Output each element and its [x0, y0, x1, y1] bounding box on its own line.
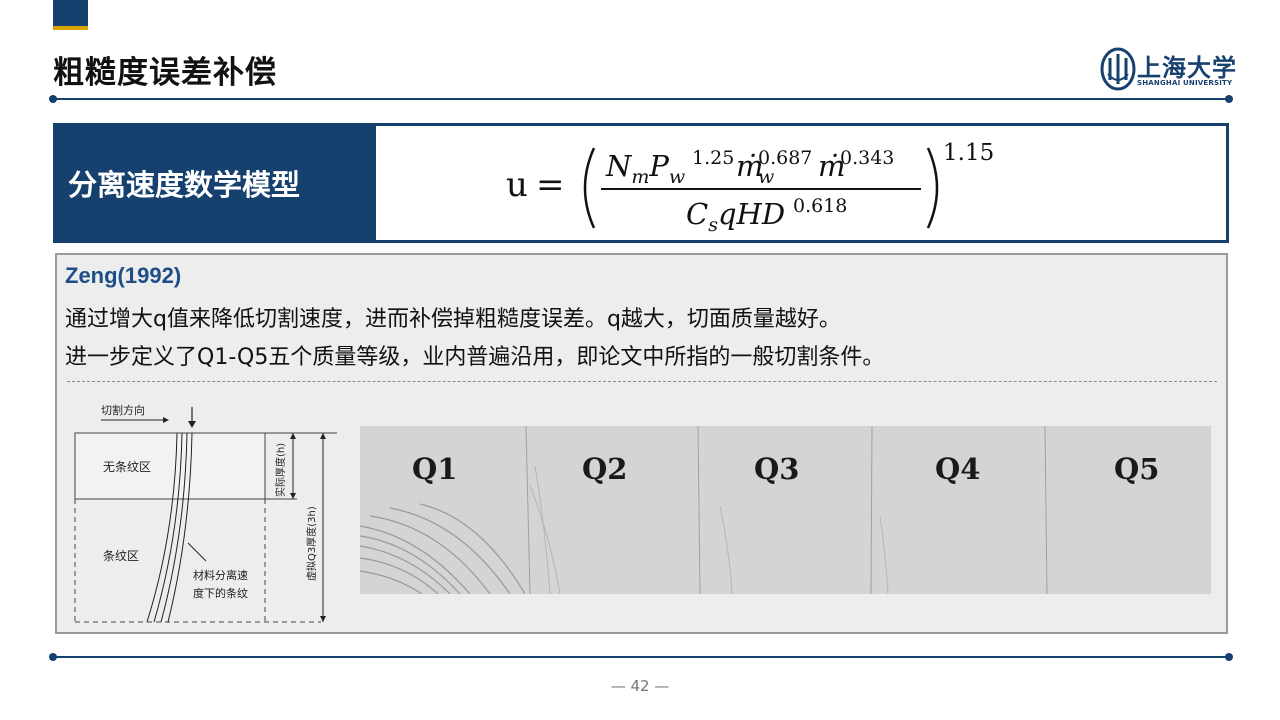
grade-label-q3: Q3: [754, 452, 800, 486]
svg-text:1.25: 1.25: [692, 147, 734, 169]
cut-direction-label: 切割方向: [101, 403, 145, 417]
university-emblem-icon: [1100, 47, 1136, 91]
university-logo: 上海大学 SHANGHAI UNIVERSITY: [1100, 46, 1240, 92]
svg-text:0.618: 0.618: [793, 195, 847, 217]
grade-label-q4: Q4: [935, 452, 981, 486]
model-label: 分离速度数学模型: [56, 126, 376, 240]
svg-text:NmPw: NmPw: [605, 149, 685, 188]
curve-label-2: 度下的条纹: [193, 586, 248, 600]
header-accent-bar: [53, 0, 88, 30]
description-line-1: 通过增大q值来降低切割速度，进而补偿掉粗糙度误差。q越大，切面质量越好。: [65, 307, 841, 332]
no-striation-label: 无条纹区: [103, 460, 151, 474]
logo-name: 上海大学: [1137, 53, 1237, 82]
actual-thickness-label: 实际厚度(h): [274, 443, 287, 497]
svg-text:u: u: [506, 165, 528, 205]
svg-text:CsqHD: CsqHD: [686, 197, 785, 236]
svg-text:=: =: [536, 165, 565, 205]
striation-diagram: 切割方向 无条纹区 条纹区 材料分离速 度下的条纹 实际厚度(h) 虚拟Q3厚度…: [74, 403, 337, 623]
description-line-2: 进一步定义了Q1-Q5五个质量等级，业内普遍沿用，即论文中所指的一般切割条件。: [65, 345, 885, 370]
quality-grade-photo: Q1 Q2 Q3 Q4 Q5: [360, 426, 1211, 594]
grade-label-q2: Q2: [582, 452, 628, 486]
header-divider: [49, 95, 1233, 103]
separation-speed-formula: u = NmPw 1.25 ṁ 0.687 w ṁ 0.343 CsqHD 0.…: [506, 140, 994, 236]
grade-label-q1: Q1: [412, 452, 458, 486]
footer-divider: [49, 653, 1233, 661]
content-panel: Zeng(1992) 通过增大q值来降低切割速度，进而补偿掉粗糙度误差。q越大，…: [55, 253, 1228, 634]
page-number: — 42 —: [610, 677, 670, 695]
curve-label-1: 材料分离速: [193, 568, 248, 582]
grade-label-q5: Q5: [1114, 452, 1160, 486]
dashed-divider: [67, 381, 1217, 382]
virtual-thickness-label: 虚拟Q3厚度(3h): [305, 506, 318, 581]
logo-subtitle: SHANGHAI UNIVERSITY: [1137, 79, 1233, 87]
reference-heading: Zeng(1992): [65, 263, 182, 288]
svg-text:1.15: 1.15: [943, 140, 994, 166]
svg-text:0.343: 0.343: [840, 147, 894, 169]
model-panel: 分离速度数学模型 u = NmPw 1.25 ṁ 0.687 w ṁ 0.343…: [53, 123, 1229, 243]
striation-label: 条纹区: [103, 549, 139, 563]
page-title: 粗糙度误差补偿: [53, 55, 277, 91]
svg-text:w: w: [758, 166, 774, 188]
